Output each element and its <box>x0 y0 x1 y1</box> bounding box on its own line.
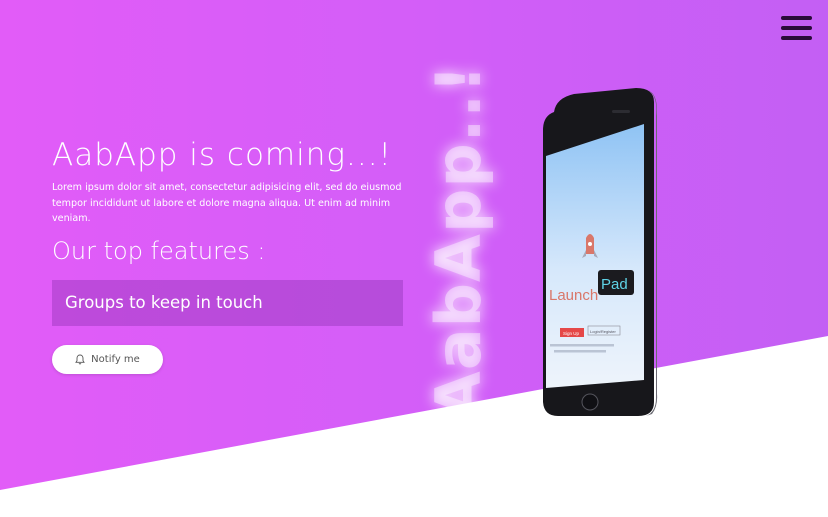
menu-bar <box>781 26 812 30</box>
login-label: Login/Register <box>590 329 616 334</box>
vertical-brand-label: AabApp..! <box>422 63 496 419</box>
sign-up-label: Sign Up <box>563 331 580 336</box>
hamburger-menu-icon[interactable] <box>781 16 812 41</box>
launchpad-name-part1: Launch <box>549 287 598 304</box>
hero-description: Lorem ipsum dolor sit amet, consectetur … <box>52 182 402 224</box>
notify-me-button[interactable]: Notify me <box>52 345 163 374</box>
launchpad-name-part2: Pad <box>601 276 628 293</box>
menu-bar <box>781 16 812 20</box>
features-heading: Our top features : <box>52 237 266 265</box>
phone-mockup: Launch Pad Sign Up Login/Register <box>543 88 658 416</box>
notify-me-label: Notify me <box>91 354 140 365</box>
feature-item: Groups to keep in touch <box>52 280 403 326</box>
menu-bar <box>781 36 812 40</box>
hero-title: AabApp is coming...! <box>52 137 392 173</box>
bell-icon <box>75 354 86 365</box>
vertical-brand-text: AabApp..! <box>419 46 499 436</box>
